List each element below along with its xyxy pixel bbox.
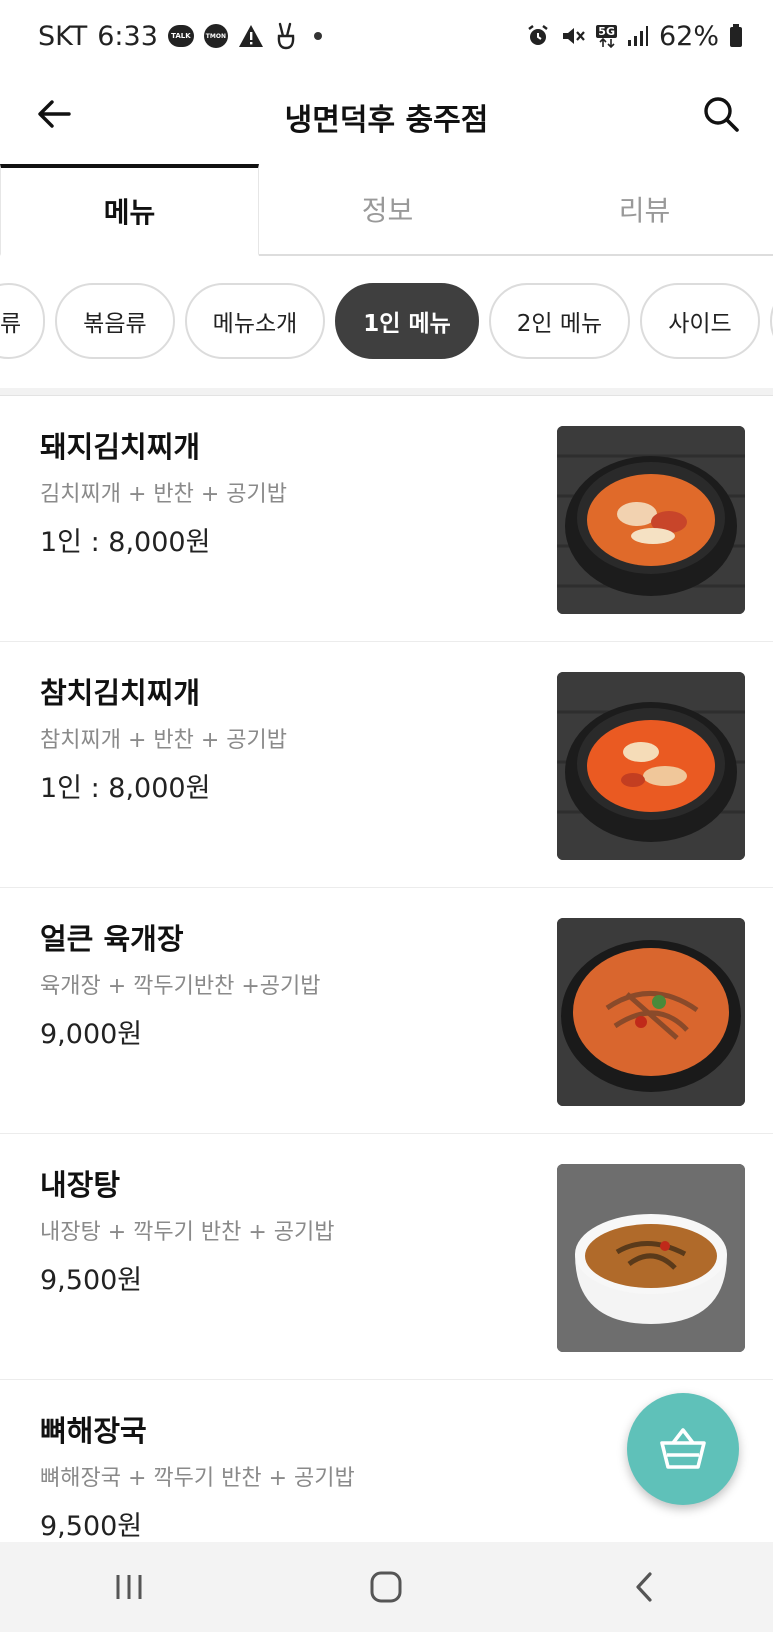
menu-item[interactable]: 참치김치찌개 참치찌개 + 반찬 + 공기밥 1인 : 8,000원 xyxy=(0,642,773,888)
menu-item-desc: 뼈해장국 + 깍두기 반찬 + 공기밥 xyxy=(40,1466,355,1491)
menu-item-name: 얼큰 육개장 xyxy=(40,922,184,956)
naejangtang-photo xyxy=(557,1164,745,1352)
notification-dot-icon xyxy=(313,32,322,40)
yukgaejang-photo xyxy=(557,918,745,1106)
recent-apps-button[interactable] xyxy=(89,1557,169,1617)
5g-icon: 5G xyxy=(596,24,617,48)
alarm-icon xyxy=(526,24,550,48)
tab-menu[interactable]: 메뉴 xyxy=(0,164,259,256)
menu-item-price: 1인 : 8,000원 xyxy=(40,527,211,558)
tab-bar: 메뉴 정보 리뷰 xyxy=(0,164,773,256)
search-icon xyxy=(704,97,739,132)
carrier-label: SKT xyxy=(38,20,88,52)
menu-item[interactable]: 내장탕 내장탕 + 깍두기 반찬 + 공기밥 9,500원 xyxy=(0,1134,773,1380)
menu-item-desc: 육개장 + 깍두기반찬 +공기밥 xyxy=(40,974,321,999)
back-button[interactable] xyxy=(34,94,74,134)
system-back-button[interactable] xyxy=(604,1557,684,1617)
menu-item-price: 1인 : 8,000원 xyxy=(40,773,211,804)
chip-menu-intro[interactable]: 메뉴소개 xyxy=(184,283,326,359)
tuna-kimchi-stew-photo xyxy=(557,672,745,860)
menu-item-price: 9,500원 xyxy=(40,1265,143,1296)
home-icon xyxy=(370,1571,402,1603)
chip-double-menu[interactable]: 2인 메뉴 xyxy=(488,283,631,359)
chip-partial-left[interactable]: 류 xyxy=(0,283,46,359)
battery-percent: 62% xyxy=(658,20,719,52)
app-header: 냉면덕후 충주점 xyxy=(0,72,773,162)
signal-icon xyxy=(627,25,649,47)
status-bar: SKT 6:33 TALK TMON 5G 62% xyxy=(0,0,773,72)
5g-label: 5G xyxy=(596,24,617,38)
status-bar-left: SKT 6:33 TALK TMON xyxy=(38,21,322,52)
menu-item-price: 9,500원 xyxy=(40,1511,143,1542)
menu-item-name: 뼈해장국 xyxy=(40,1414,147,1448)
battery-icon xyxy=(729,24,743,48)
menu-item-name: 내장탕 xyxy=(40,1168,121,1202)
search-button[interactable] xyxy=(699,92,743,136)
chip-stir-fry[interactable]: 볶음류 xyxy=(55,283,175,359)
basket-icon xyxy=(660,1428,706,1469)
menu-item-desc: 내장탕 + 깍두기 반찬 + 공기밥 xyxy=(40,1220,335,1245)
chip-single-menu[interactable]: 1인 메뉴 xyxy=(335,283,479,359)
status-bar-right: 5G 62% xyxy=(526,21,743,52)
cart-button[interactable] xyxy=(627,1393,739,1505)
menu-item-name: 참치김치찌개 xyxy=(40,676,201,710)
menu-item[interactable]: 돼지김치찌개 김치찌개 + 반찬 + 공기밥 1인 : 8,000원 xyxy=(0,396,773,642)
home-button[interactable] xyxy=(346,1557,426,1617)
page-title: 냉면덕후 충주점 xyxy=(284,103,489,138)
tab-info[interactable]: 정보 xyxy=(259,164,516,256)
clock: 6:33 xyxy=(97,20,158,52)
tab-reviews[interactable]: 리뷰 xyxy=(516,164,773,256)
category-chips: 류 볶음류 메뉴소개 1인 메뉴 2인 메뉴 사이드 음 xyxy=(0,283,773,361)
menu-item[interactable]: 얼큰 육개장 육개장 + 깍두기반찬 +공기밥 9,000원 xyxy=(0,888,773,1134)
talk-icon: TALK xyxy=(167,25,194,47)
kimchi-stew-photo xyxy=(557,426,745,614)
chip-side[interactable]: 사이드 xyxy=(640,283,760,359)
menu-item-price: 9,000원 xyxy=(40,1019,143,1050)
back-arrow-icon xyxy=(38,100,71,128)
menu-item-desc: 김치찌개 + 반찬 + 공기밥 xyxy=(40,482,288,507)
section-divider xyxy=(0,388,773,396)
menu-item-name: 돼지김치찌개 xyxy=(40,430,201,464)
screen: SKT 6:33 TALK TMON 5G 62% 냉면덕후 충주점 메뉴 정보… xyxy=(0,0,773,1632)
chevron-left-icon xyxy=(636,1572,652,1602)
mute-icon xyxy=(560,24,586,48)
victory-hand-icon xyxy=(274,22,298,50)
menu-item-desc: 참치찌개 + 반찬 + 공기밥 xyxy=(40,728,288,753)
tmon-icon: TMON xyxy=(203,24,228,48)
recent-apps-icon xyxy=(116,1575,142,1599)
system-nav-bar xyxy=(0,1542,773,1632)
warning-icon xyxy=(238,24,264,48)
